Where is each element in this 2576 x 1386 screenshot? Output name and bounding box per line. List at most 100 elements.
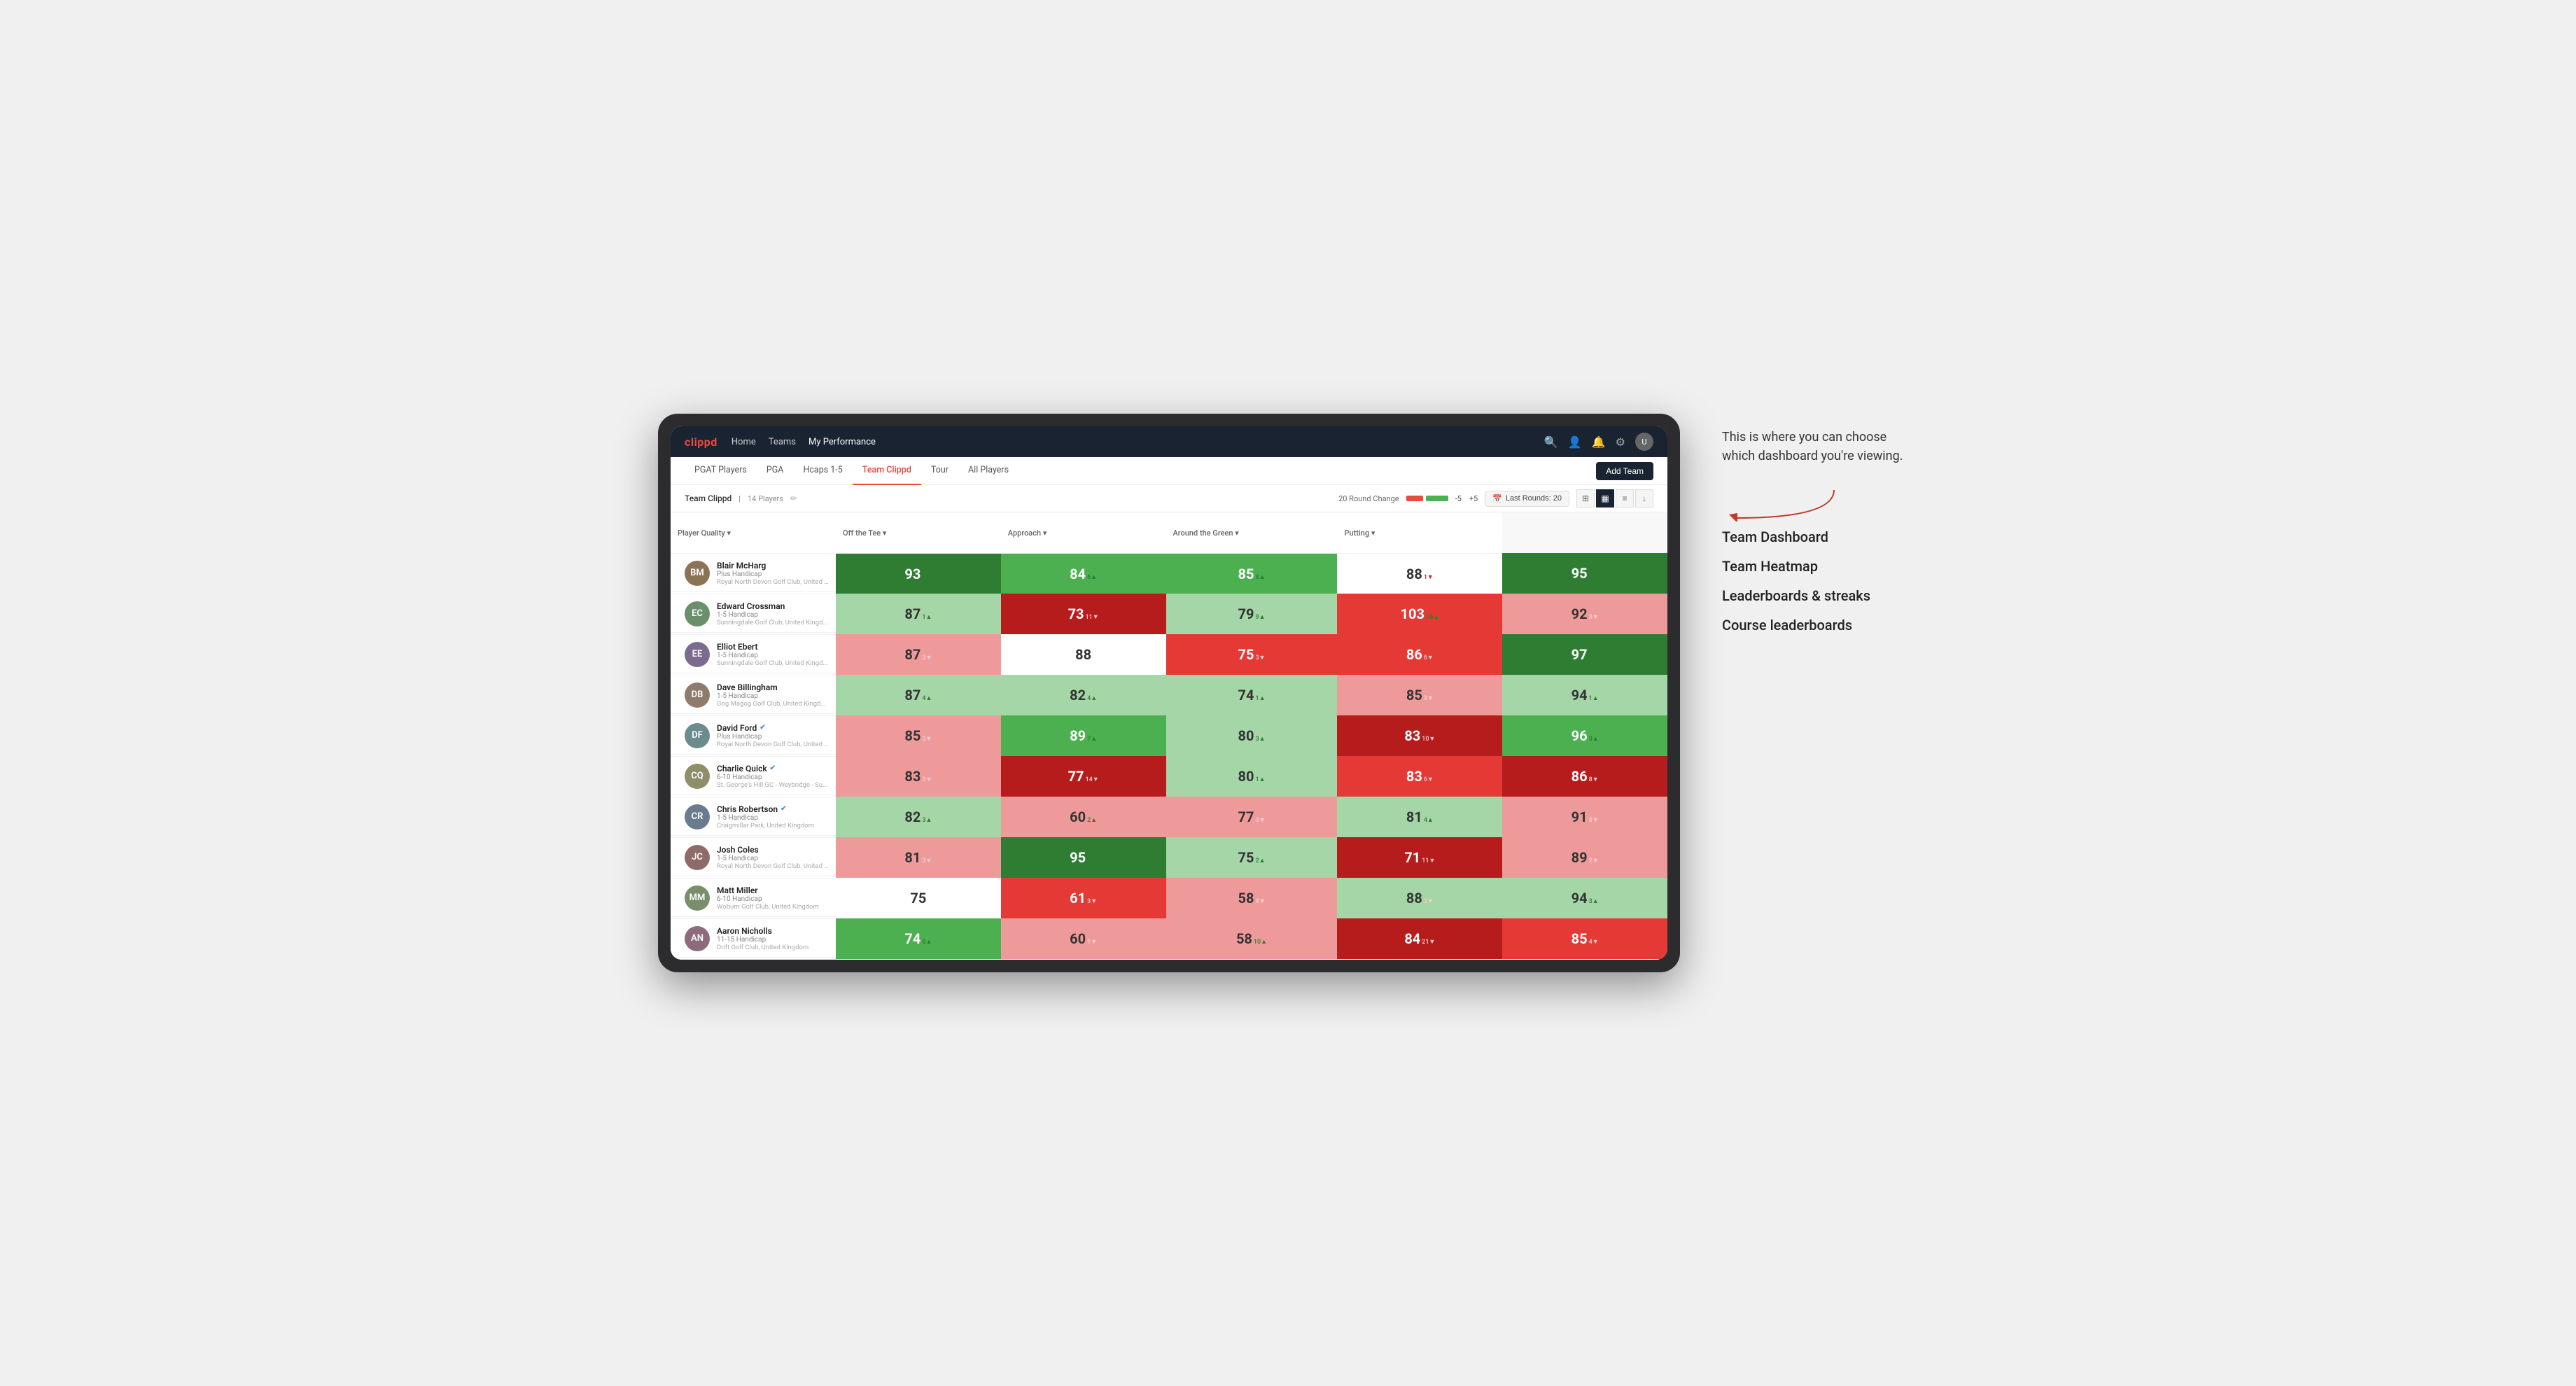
col-off-tee[interactable]: Off the Tee ▾ — [836, 512, 1001, 553]
change-up: 1▲ — [1255, 694, 1265, 702]
nav-teams[interactable]: Teams — [769, 434, 796, 450]
metric-cell: 80 1▲ — [1166, 756, 1338, 797]
table-row[interactable]: JC Josh Coles 1-5 Handicap Royal North D… — [671, 837, 1667, 878]
change-down: 2▼ — [1424, 897, 1434, 905]
nav-home[interactable]: Home — [732, 434, 756, 450]
metric-value: 86 — [1572, 768, 1588, 785]
nav-links: Home Teams My Performance — [732, 434, 1530, 450]
team-name: Team Clippd — [685, 493, 732, 503]
player-cell-inner[interactable]: BM Blair McHarg Plus Handicap Royal Nort… — [671, 555, 836, 592]
player-cell-inner[interactable]: EE Elliot Ebert 1-5 Handicap Sunningdale… — [671, 636, 836, 673]
add-team-button[interactable]: Add Team — [1596, 462, 1653, 480]
player-avatar: JC — [685, 845, 710, 870]
player-cell-inner[interactable]: DB Dave Billingham 1-5 Handicap Gog Mago… — [671, 677, 836, 714]
last-rounds-button[interactable]: 📅 Last Rounds: 20 — [1485, 491, 1569, 507]
tab-hcaps[interactable]: Hcaps 1-5 — [793, 457, 852, 485]
player-handicap: Plus Handicap — [717, 570, 829, 578]
table-row[interactable]: DF David Ford✔ Plus Handicap Royal North… — [671, 715, 1667, 756]
metric-cell: 60 2▲ — [1001, 797, 1166, 837]
tab-team-clippd[interactable]: Team Clippd — [853, 457, 921, 485]
metric-value: 74 — [1238, 687, 1254, 704]
change-up: 3▲ — [922, 816, 932, 824]
verified-icon: ✔ — [760, 724, 765, 732]
player-cell-inner[interactable]: AN Aaron Nicholls 11-15 Handicap Drift G… — [671, 920, 836, 958]
metric-value: 73 — [1068, 606, 1084, 622]
export-button[interactable]: ↓ — [1635, 489, 1653, 507]
heatmap-view-button[interactable]: ▦ — [1596, 489, 1614, 507]
player-info: David Ford✔ Plus Handicap Royal North De… — [717, 723, 829, 748]
metric-cell: 97 5▲ — [1502, 634, 1667, 675]
metric-cell: 85 3▼ — [1337, 675, 1502, 715]
table-row[interactable]: DB Dave Billingham 1-5 Handicap Gog Mago… — [671, 675, 1667, 715]
edit-icon[interactable]: ✏ — [790, 493, 797, 503]
player-cell: JC Josh Coles 1-5 Handicap Royal North D… — [671, 837, 836, 878]
player-name: Elliot Ebert — [717, 642, 829, 652]
metric-value: 60 — [1070, 808, 1086, 825]
metric-cell: 82 3▲ — [836, 797, 1001, 837]
player-cell-inner[interactable]: EC Edward Crossman 1-5 Handicap Sunningd… — [671, 596, 836, 633]
metric-cell: 74 8▲ — [836, 918, 1001, 959]
metric-value: 88 — [1075, 646, 1091, 663]
player-info: Chris Robertson✔ 1-5 Handicap Craigmilla… — [717, 804, 829, 830]
tab-tour[interactable]: Tour — [921, 457, 958, 485]
col-approach[interactable]: Approach ▾ — [1001, 512, 1166, 553]
metric-inner: 75 2▲ — [1170, 849, 1334, 866]
settings-icon[interactable]: ⚙ — [1616, 435, 1625, 449]
metric-inner: 61 3▼ — [1005, 890, 1162, 906]
avatar[interactable]: U — [1635, 433, 1653, 451]
table-row[interactable]: AN Aaron Nicholls 11-15 Handicap Drift G… — [671, 918, 1667, 959]
player-handicap: 1-5 Handicap — [717, 814, 829, 822]
player-name: Matt Miller — [717, 886, 829, 895]
option-team-dashboard[interactable]: Team Dashboard — [1722, 528, 1918, 545]
metric-value: 85 — [1572, 930, 1588, 947]
player-cell-inner[interactable]: MM Matt Miller 6-10 Handicap Woburn Golf… — [671, 880, 836, 917]
player-club: Gog Magog Golf Club, United Kingdom — [717, 700, 829, 708]
metric-cell: 75 2▲ — [1166, 837, 1338, 878]
change-down: 6▼ — [1424, 654, 1434, 662]
team-separator: | — [738, 494, 741, 503]
player-handicap: 1-5 Handicap — [717, 611, 829, 619]
option-course-leaderboards[interactable]: Course leaderboards — [1722, 617, 1918, 634]
table-row[interactable]: CQ Charlie Quick✔ 6-10 Handicap St. Geor… — [671, 756, 1667, 797]
table-row[interactable]: EC Edward Crossman 1-5 Handicap Sunningd… — [671, 594, 1667, 634]
col-putting[interactable]: Putting ▾ — [1337, 512, 1502, 553]
change-up: 2▲ — [1087, 816, 1097, 824]
player-table: Player Quality ▾ Off the Tee ▾ Approach … — [671, 512, 1667, 960]
metric-value: 97 — [1572, 646, 1588, 663]
player-cell-inner[interactable]: DF David Ford✔ Plus Handicap Royal North… — [671, 718, 836, 755]
tab-pgat-players[interactable]: PGAT Players — [685, 457, 757, 485]
nav-my-performance[interactable]: My Performance — [808, 434, 876, 450]
search-icon[interactable]: 🔍 — [1544, 435, 1558, 449]
col-around-green[interactable]: Around the Green ▾ — [1166, 512, 1338, 553]
metric-cell: 79 9▲ — [1166, 594, 1338, 634]
col-player-quality[interactable]: Player Quality ▾ — [671, 512, 836, 553]
player-cell-inner[interactable]: JC Josh Coles 1-5 Handicap Royal North D… — [671, 839, 836, 876]
table-row[interactable]: BM Blair McHarg Plus Handicap Royal Nort… — [671, 553, 1667, 594]
table-row[interactable]: MM Matt Miller 6-10 Handicap Woburn Golf… — [671, 878, 1667, 918]
grid-view-button[interactable]: ⊞ — [1576, 489, 1595, 507]
change-down: 6▼ — [1424, 776, 1434, 783]
metric-value: 82 — [1070, 687, 1086, 704]
player-info: Elliot Ebert 1-5 Handicap Sunningdale Go… — [717, 642, 829, 667]
change-up: 4▲ — [922, 694, 932, 702]
bell-icon[interactable]: 🔔 — [1592, 435, 1606, 449]
metric-inner: 83 3▼ — [840, 768, 997, 785]
metric-inner: 87 3▼ — [840, 646, 997, 663]
annotation-intro: This is where you can choose which dashb… — [1722, 428, 1918, 465]
tab-pga[interactable]: PGA — [757, 457, 794, 485]
metric-cell: 103 15▲ — [1337, 594, 1502, 634]
table-row[interactable]: CR Chris Robertson✔ 1-5 Handicap Craigmi… — [671, 797, 1667, 837]
option-team-heatmap[interactable]: Team Heatmap — [1722, 558, 1918, 575]
player-cell-inner[interactable]: CQ Charlie Quick✔ 6-10 Handicap St. Geor… — [671, 758, 836, 795]
tab-all-players[interactable]: All Players — [958, 457, 1018, 485]
metric-cell: 83 3▼ — [836, 756, 1001, 797]
player-cell: MM Matt Miller 6-10 Handicap Woburn Golf… — [671, 878, 836, 918]
table-row[interactable]: EE Elliot Ebert 1-5 Handicap Sunningdale… — [671, 634, 1667, 675]
user-icon[interactable]: 👤 — [1568, 435, 1582, 449]
change-up: 8▲ — [1255, 573, 1265, 581]
option-leaderboards[interactable]: Leaderboards & streaks — [1722, 587, 1918, 604]
list-view-button[interactable]: ≡ — [1616, 489, 1634, 507]
view-toggle: ⊞ ▦ ≡ ↓ — [1576, 489, 1653, 507]
player-cell-inner[interactable]: CR Chris Robertson✔ 1-5 Handicap Craigmi… — [671, 799, 836, 836]
metric-cell: 83 6▼ — [1337, 756, 1502, 797]
